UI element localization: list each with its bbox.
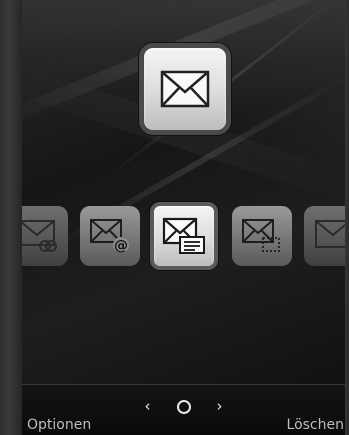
envelope-email-icon: @: [90, 219, 129, 254]
messaging-menu-screen: @ ‹ › Optionen Löschen: [22, 0, 345, 435]
envelope-template-icon: [242, 219, 280, 252]
delete-softkey[interactable]: Löschen: [287, 417, 344, 433]
envelope-icon: [160, 70, 210, 108]
softkey-bar: ‹ › Optionen Löschen: [22, 384, 345, 435]
envelope-link-icon: [22, 220, 57, 252]
navigation-indicator: ‹ ›: [22, 399, 345, 414]
envelope-icon: [315, 220, 345, 248]
options-softkey[interactable]: Optionen: [27, 417, 91, 433]
chevron-right-icon[interactable]: ›: [217, 399, 223, 414]
center-select-icon[interactable]: [176, 399, 191, 414]
left-bezel: [0, 0, 22, 435]
carousel-item-link-message[interactable]: [22, 206, 68, 266]
phone-screen-frame: @ ‹ › Optionen Löschen: [0, 0, 349, 435]
featured-messaging-tile[interactable]: [139, 43, 231, 135]
carousel-item-template[interactable]: [232, 206, 292, 266]
envelope-message-icon: [162, 217, 205, 254]
carousel-item-envelope[interactable]: [304, 206, 345, 266]
carousel-item-email[interactable]: @: [80, 206, 140, 266]
chevron-left-icon[interactable]: ‹: [145, 399, 151, 414]
carousel-item-message-selected[interactable]: [150, 202, 218, 270]
svg-text:@: @: [114, 238, 128, 254]
